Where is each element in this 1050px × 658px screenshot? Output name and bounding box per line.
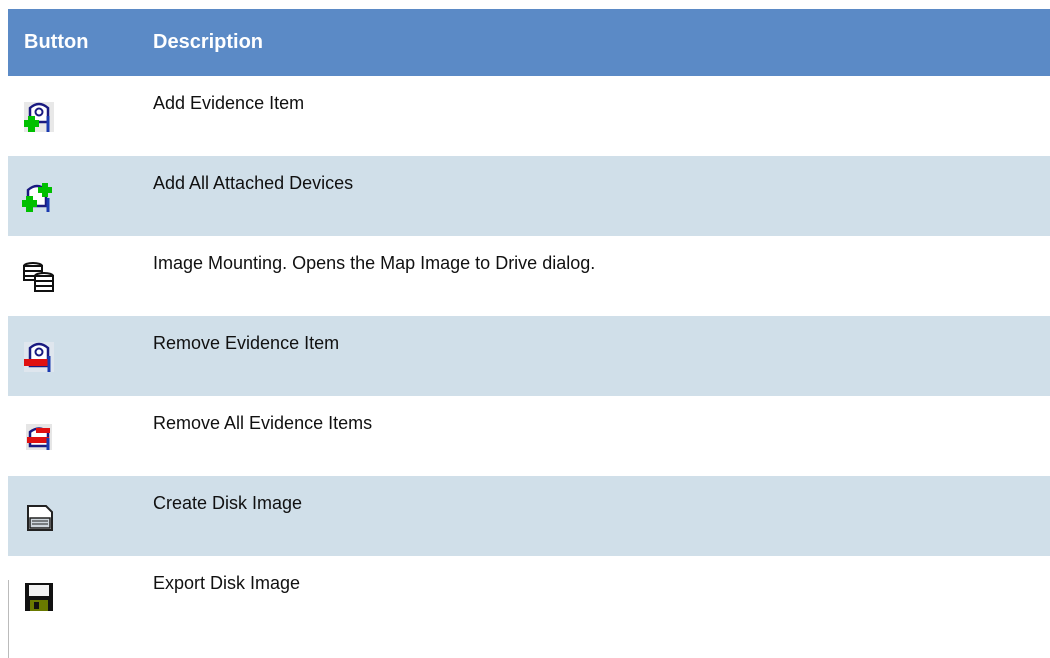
row-description: Image Mounting. Opens the Map Image to D… — [153, 253, 596, 273]
remove-evidence-icon — [24, 342, 54, 372]
button-reference-table: Button Description Add Evidence Item Add… — [8, 9, 1050, 616]
table-header: Button Description — [8, 9, 1050, 76]
table-row: Create Disk Image — [8, 476, 1050, 556]
export-disk-image-icon — [25, 583, 53, 611]
row-description: Remove All Evidence Items — [153, 413, 373, 433]
header-button: Button — [24, 31, 89, 53]
table-row: Export Disk Image — [8, 556, 1050, 616]
table-row: Add Evidence Item — [8, 76, 1050, 156]
row-description: Add All Attached Devices — [153, 173, 354, 193]
row-description: Add Evidence Item — [153, 93, 305, 113]
create-disk-image-icon — [27, 505, 53, 531]
remove-all-evidence-icon — [26, 424, 52, 450]
table-row: Image Mounting. Opens the Map Image to D… — [8, 236, 1050, 316]
table-row: Add All Attached Devices — [8, 156, 1050, 236]
table-row: Remove Evidence Item — [8, 316, 1050, 396]
row-description: Remove Evidence Item — [153, 333, 340, 353]
table-left-border — [8, 580, 9, 658]
table-row: Remove All Evidence Items — [8, 396, 1050, 476]
image-mounting-icon — [23, 262, 54, 292]
add-evidence-icon — [24, 102, 54, 132]
header-description: Description — [153, 31, 264, 53]
add-devices-icon — [22, 183, 52, 212]
row-description: Export Disk Image — [153, 573, 301, 593]
row-description: Create Disk Image — [153, 493, 303, 513]
